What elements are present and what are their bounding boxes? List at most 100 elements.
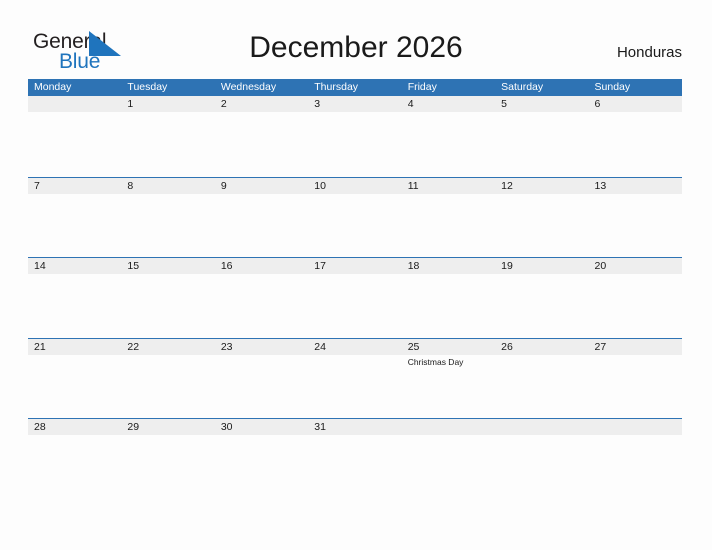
day-events — [34, 435, 121, 437]
day-events — [221, 112, 308, 114]
day-events — [221, 194, 308, 196]
day-events — [408, 435, 495, 437]
calendar-day-cell[interactable]: 6 — [589, 96, 682, 177]
calendar-day-cell[interactable]: 11 — [402, 178, 495, 258]
calendar-day-cell[interactable]: 13 — [589, 178, 682, 258]
day-number: 11 — [407, 179, 419, 192]
day-events — [501, 355, 588, 357]
calendar-day-cell[interactable]: 8 — [121, 178, 214, 258]
calendar-day-cell[interactable] — [589, 419, 682, 499]
day-number: 28 — [34, 421, 46, 433]
calendar-day-cell[interactable]: 14 — [28, 258, 121, 338]
weekday-header-row: Monday Tuesday Wednesday Thursday Friday… — [28, 79, 682, 96]
day-events — [314, 355, 401, 357]
day-events — [34, 355, 121, 357]
day-events — [501, 112, 588, 114]
day-number: 19 — [501, 260, 513, 272]
day-events — [501, 274, 588, 276]
calendar-day-cell[interactable]: 24 — [308, 339, 401, 419]
day-number: 2 — [220, 98, 227, 110]
day-number: 24 — [314, 340, 326, 353]
day-number: 18 — [407, 260, 420, 272]
day-events — [408, 274, 495, 276]
calendar-day-cell[interactable]: 28 — [28, 419, 121, 499]
day-number: 15 — [127, 260, 140, 272]
weekday-wednesday: Wednesday — [220, 81, 277, 93]
week-cells: 7 8 9 10 11 12 13 — [28, 178, 682, 258]
calendar-grid: Monday Tuesday Wednesday Thursday Friday… — [28, 79, 682, 499]
region-label: Honduras — [616, 44, 682, 61]
page-title: December 2026 — [249, 31, 463, 64]
calendar-day-cell[interactable]: 3 — [308, 96, 401, 177]
day-number — [34, 96, 121, 112]
calendar-day-cell[interactable]: 23 — [215, 339, 308, 419]
week-cells: 28 29 30 31 — [28, 419, 682, 499]
calendar-week-row: 14 15 16 17 18 19 20 — [28, 257, 682, 338]
calendar-day-cell[interactable]: 25 Christmas Day — [402, 339, 495, 419]
day-number: 1 — [127, 98, 134, 110]
day-events — [34, 194, 121, 196]
calendar-day-cell[interactable] — [28, 96, 121, 177]
day-number: 20 — [594, 260, 607, 272]
week-cells: 14 15 16 17 18 19 20 — [28, 258, 682, 338]
calendar-day-cell[interactable]: 16 — [215, 258, 308, 338]
calendar-day-cell[interactable]: 19 — [495, 258, 588, 338]
day-events — [408, 112, 495, 114]
day-events — [408, 194, 495, 196]
day-number: 23 — [220, 340, 233, 353]
day-number: 14 — [34, 260, 46, 272]
day-events — [595, 194, 682, 196]
calendar-day-cell[interactable]: 7 — [28, 178, 121, 258]
calendar-day-cell[interactable]: 5 — [495, 96, 588, 177]
calendar-day-cell[interactable]: 20 — [589, 258, 682, 338]
calendar-day-cell[interactable]: 21 — [28, 339, 121, 419]
day-events — [127, 435, 214, 437]
day-events — [34, 274, 121, 276]
calendar-day-cell[interactable]: 2 — [215, 96, 308, 177]
day-number: 27 — [594, 340, 607, 353]
calendar-day-cell[interactable]: 31 — [308, 419, 401, 499]
calendar-weeks: 1 2 3 4 5 6 7 8 9 10 11 12 13 14 15 16 17 18 19 20 21 22 23 24 2… — [28, 96, 682, 499]
calendar-day-cell[interactable]: 30 — [215, 419, 308, 499]
day-events — [127, 274, 214, 276]
day-events — [501, 194, 588, 196]
day-number: 7 — [34, 179, 40, 192]
day-events — [221, 274, 308, 276]
day-number — [595, 419, 682, 435]
weekday-monday: Monday — [34, 81, 72, 93]
day-events — [595, 274, 682, 276]
calendar-day-cell[interactable]: 1 — [121, 96, 214, 177]
calendar-day-cell[interactable] — [495, 419, 588, 499]
weekday-thursday: Thursday — [314, 81, 359, 93]
day-events — [221, 435, 308, 437]
day-events — [501, 435, 588, 437]
day-events — [221, 355, 308, 357]
day-number: 22 — [127, 340, 140, 353]
calendar-day-cell[interactable]: 26 — [495, 339, 588, 419]
day-number — [408, 419, 495, 435]
calendar-day-cell[interactable]: 9 — [215, 178, 308, 258]
day-events — [314, 194, 401, 196]
day-events — [127, 355, 214, 357]
calendar-day-cell[interactable] — [402, 419, 495, 499]
calendar-day-cell[interactable]: 4 — [402, 96, 495, 177]
calendar-day-cell[interactable]: 17 — [308, 258, 401, 338]
day-number: 4 — [407, 98, 414, 110]
calendar-day-cell[interactable]: 12 — [495, 178, 588, 258]
calendar-day-cell[interactable]: 15 — [121, 258, 214, 338]
day-number: 13 — [594, 179, 607, 192]
calendar-day-cell[interactable]: 27 — [589, 339, 682, 419]
calendar-day-cell[interactable]: 22 — [121, 339, 214, 419]
calendar-week-row: 21 22 23 24 25 Christmas Day 26 27 — [28, 337, 682, 419]
day-number: 25 — [407, 340, 420, 353]
calendar-day-cell[interactable]: 18 — [402, 258, 495, 338]
calendar-day-cell[interactable]: 10 — [308, 178, 401, 258]
day-events — [314, 435, 401, 437]
weekday-saturday: Saturday — [501, 81, 544, 93]
day-number: 26 — [501, 340, 513, 353]
calendar-day-cell[interactable]: 29 — [121, 419, 214, 499]
day-events — [34, 112, 121, 114]
day-events: Christmas Day — [408, 355, 495, 368]
day-events — [127, 194, 214, 196]
calendar-week-row: 1 2 3 4 5 6 — [28, 96, 682, 177]
